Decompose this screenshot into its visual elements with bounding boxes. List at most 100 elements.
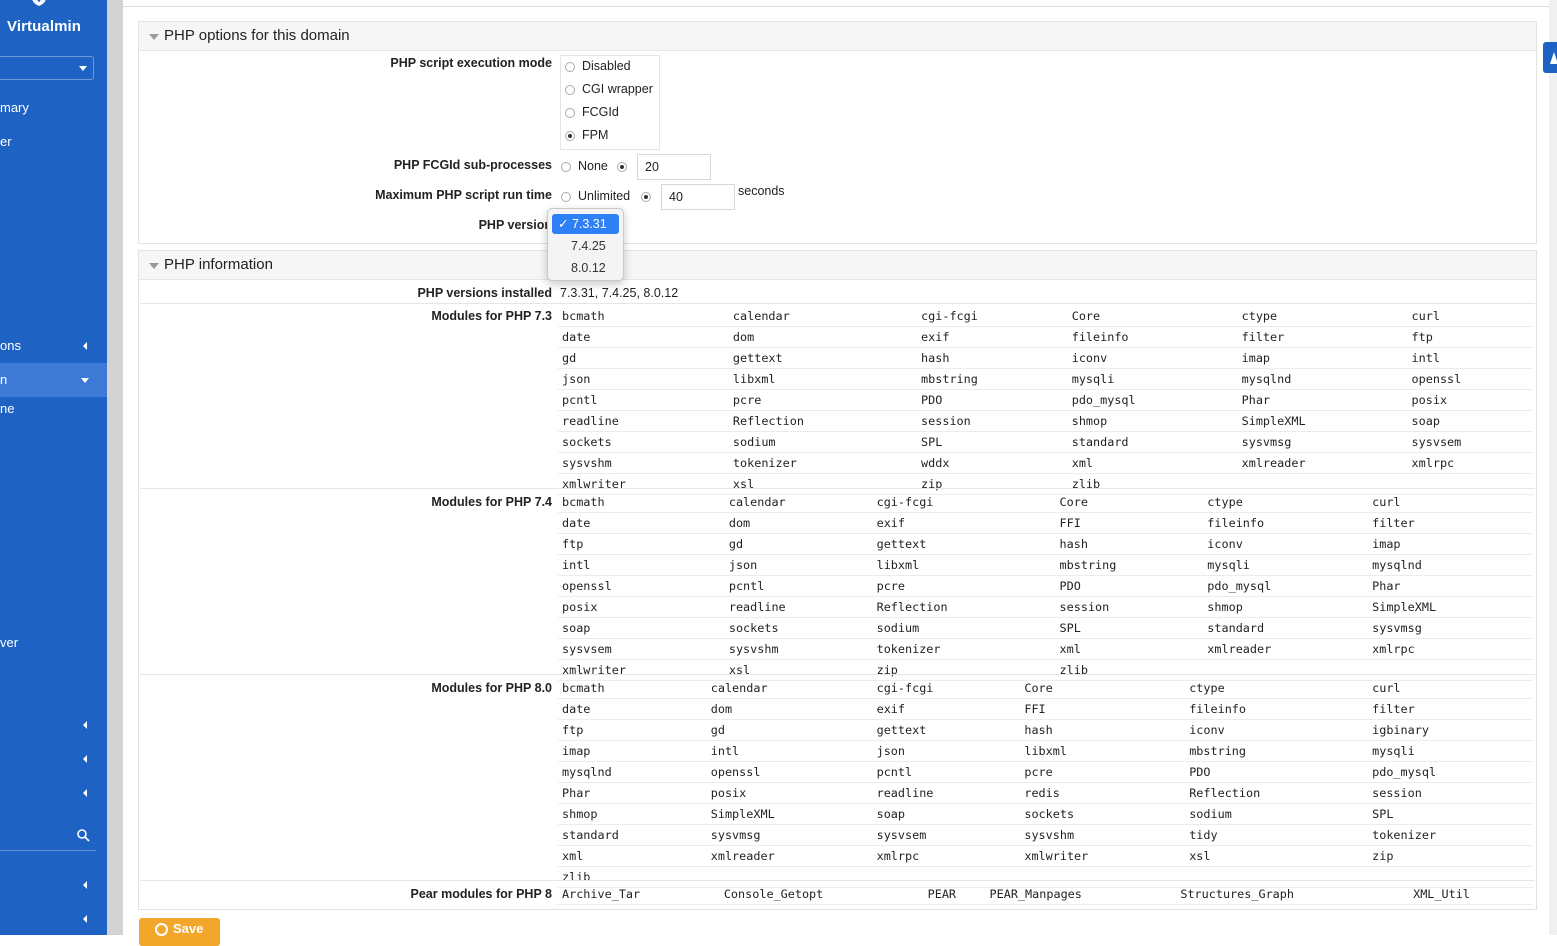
- exec-mode-fcgid-label[interactable]: FCGId: [582, 105, 619, 119]
- sidebar-item-collapsed-2[interactable]: [0, 748, 107, 770]
- table-row: date dom exif FFI fileinfo filter: [558, 512, 1533, 534]
- table-cell: SPL: [917, 431, 1068, 453]
- table-cell: ctype: [1203, 492, 1369, 513]
- php-version-dropdown[interactable]: ✓ 7.3.31 7.4.25 8.0.12: [547, 208, 624, 281]
- table-cell: soap: [872, 803, 1021, 825]
- sidebar-item-collapsed-3[interactable]: [0, 782, 107, 804]
- php-version-option[interactable]: 8.0.12: [552, 258, 619, 278]
- table-cell: posix: [1407, 389, 1533, 411]
- modules-80-label: Modules for PHP 8.0: [431, 681, 552, 695]
- sidebar-item-collapsed-4[interactable]: [0, 874, 107, 896]
- exec-mode-fpm-radio[interactable]: [565, 131, 575, 141]
- sidebar-item-collapsed-1[interactable]: [0, 714, 107, 736]
- table-cell: PDO: [1185, 761, 1369, 783]
- table-cell: mbstring: [1055, 554, 1204, 576]
- table-cell: tokenizer: [728, 452, 918, 474]
- table-cell: xml: [1055, 638, 1204, 660]
- table-cell: SimpleXML: [706, 803, 873, 825]
- table-row: sysvsem sysvshm tokenizer xml xmlreader xmlrp…: [558, 638, 1533, 660]
- table-cell: sockets: [724, 617, 873, 639]
- search-icon[interactable]: [77, 829, 90, 842]
- chevron-down-icon: [81, 378, 89, 383]
- table-cell: dom: [728, 326, 918, 348]
- sidebar-item-summary[interactable]: mary: [0, 97, 107, 119]
- table-cell: shmop: [1203, 596, 1369, 618]
- modules-73-label: Modules for PHP 7.3: [431, 309, 552, 323]
- table-cell: libxml: [728, 368, 918, 390]
- php-version-label: PHP version: [478, 218, 552, 232]
- table-cell: cgi-fcgi: [872, 492, 1056, 513]
- table-cell: filter: [1368, 512, 1533, 534]
- sidebar-item-active[interactable]: n: [0, 363, 107, 397]
- sidebar-item-options[interactable]: ons: [0, 335, 107, 357]
- table-cell: imap: [558, 740, 707, 762]
- table-row: bcmath calendar cgi-fcgi Core ctype curl: [558, 306, 1533, 327]
- save-button[interactable]: Save: [139, 918, 220, 946]
- php-options-header[interactable]: PHP options for this domain: [139, 22, 1536, 51]
- table-cell: readline: [724, 596, 873, 618]
- table-cell: hash: [917, 347, 1068, 369]
- max-run-input[interactable]: 40: [661, 184, 735, 210]
- table-cell: tokenizer: [872, 638, 1056, 660]
- max-run-unlimited-label[interactable]: Unlimited: [578, 189, 630, 203]
- table-row: json libxml mbstring mysqli mysqlnd openssl: [558, 368, 1533, 390]
- php-options-panel: PHP options for this domain: [138, 21, 1537, 244]
- exec-mode-fpm-label[interactable]: FPM: [582, 128, 608, 142]
- max-run-unlimited-radio[interactable]: [561, 192, 571, 202]
- table-cell: Archive_Tar: [558, 884, 720, 905]
- table-row: Phar posix readline redis Reflection session: [558, 782, 1533, 804]
- fcgid-input[interactable]: 20: [637, 154, 711, 180]
- table-cell: pcre: [1020, 761, 1186, 783]
- fcgid-value-radio[interactable]: [617, 162, 627, 172]
- table-cell: FFI: [1020, 698, 1186, 720]
- collapse-triangle-icon[interactable]: [149, 263, 159, 269]
- sidebar-item-collapsed-5[interactable]: [0, 908, 107, 930]
- table-cell: sysvsem: [872, 824, 1021, 846]
- right-panel-toggle[interactable]: [1543, 42, 1557, 73]
- table-cell: Core: [1055, 492, 1204, 513]
- exec-mode-cgi-label[interactable]: CGI wrapper: [582, 82, 653, 96]
- table-cell: pdo_mysql: [1203, 575, 1369, 597]
- table-cell: SPL: [1055, 617, 1204, 639]
- table-cell: soap: [1407, 410, 1533, 432]
- table-cell: pcre: [872, 575, 1056, 597]
- php-version-option-selected[interactable]: ✓ 7.3.31: [552, 214, 619, 234]
- sidebar-item-user[interactable]: er: [0, 131, 107, 153]
- table-cell: sockets: [1020, 803, 1186, 825]
- sidebar-item-label: er: [0, 134, 12, 149]
- domain-selector[interactable]: [0, 56, 94, 80]
- table-cell: xml: [1067, 452, 1238, 474]
- table-cell: posix: [706, 782, 873, 804]
- fcgid-none-radio[interactable]: [561, 162, 571, 172]
- exec-mode-disabled-label[interactable]: Disabled: [582, 59, 631, 73]
- table-cell: intl: [1407, 347, 1533, 369]
- table-cell: sodium: [728, 431, 918, 453]
- brand-name[interactable]: Virtualmin: [7, 18, 81, 35]
- table-cell: tidy: [1185, 824, 1369, 846]
- table-cell: xmlwriter: [1020, 845, 1186, 867]
- table-cell: mysqlnd: [1237, 368, 1408, 390]
- max-run-value-radio[interactable]: [641, 192, 651, 202]
- php-version-option[interactable]: 7.4.25: [552, 236, 619, 256]
- table-cell: iconv: [1067, 347, 1238, 369]
- php-info-header[interactable]: PHP information: [139, 251, 1536, 280]
- exec-mode-cgi-radio[interactable]: [565, 85, 575, 95]
- sidebar-gutter: [107, 0, 123, 935]
- exec-mode-fcgid-radio[interactable]: [565, 108, 575, 118]
- table-row: openssl pcntl pcre PDO pdo_mysql Phar: [558, 575, 1533, 597]
- table-cell: Reflection: [872, 596, 1056, 618]
- fcgid-none-label[interactable]: None: [578, 159, 608, 173]
- row-divider: [140, 303, 1535, 304]
- collapse-triangle-icon[interactable]: [149, 34, 159, 40]
- table-cell: zip: [1368, 845, 1533, 867]
- exec-mode-disabled-radio[interactable]: [565, 62, 575, 72]
- sidebar-item-server[interactable]: ver: [0, 632, 107, 654]
- sidebar-item-sub[interactable]: ne: [0, 398, 107, 420]
- chevron-left-icon: [83, 789, 87, 797]
- table-cell: ftp: [558, 719, 707, 741]
- max-run-unit: seconds: [738, 184, 785, 198]
- check-circle-icon: [155, 923, 168, 936]
- table-cell: SPL: [1368, 803, 1533, 825]
- table-cell: SimpleXML: [1368, 596, 1533, 618]
- table-cell: intl: [558, 554, 725, 576]
